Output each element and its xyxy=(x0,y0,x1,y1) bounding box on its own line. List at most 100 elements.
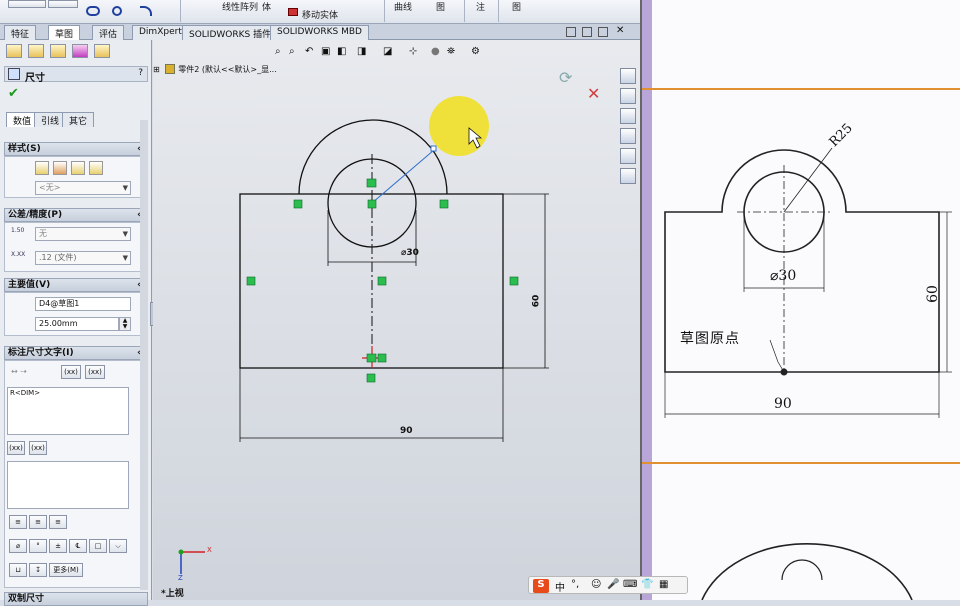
relation-glyph[interactable] xyxy=(509,276,519,286)
tab-features[interactable]: 特征 xyxy=(4,25,37,40)
ribbon-button-1[interactable] xyxy=(8,0,46,8)
maximize-icon[interactable] xyxy=(598,27,608,37)
plus-minus-button[interactable]: ± xyxy=(49,539,67,553)
tab-addins[interactable]: SOLIDWORKS 插件 xyxy=(182,25,279,40)
ribbon-button-2[interactable] xyxy=(48,0,78,8)
minimize-icon[interactable] xyxy=(566,27,576,37)
relation-glyph[interactable] xyxy=(366,353,377,363)
square-symbol-button[interactable]: □ xyxy=(89,539,107,553)
diameter-dimension-text[interactable]: ⌀30 xyxy=(401,248,419,258)
dim-text-below-field[interactable] xyxy=(7,461,129,509)
dimension-name-field[interactable]: D4@草图1 xyxy=(35,297,131,311)
leader-grip[interactable] xyxy=(430,145,437,152)
tab-other[interactable]: 其它 xyxy=(62,112,95,127)
more-button[interactable]: 更多(M) xyxy=(49,563,83,577)
close-icon[interactable]: ✕ xyxy=(616,25,624,36)
more-symbols-button[interactable]: ⌵ xyxy=(109,539,127,553)
counterbore-button[interactable]: ⊔ xyxy=(9,563,27,577)
tolerance-section-header[interactable]: 公差/精度(P)« xyxy=(4,208,148,222)
library-icon[interactable] xyxy=(620,88,636,104)
style-load-icon[interactable] xyxy=(89,161,103,175)
tab-sketch[interactable]: 草图 xyxy=(48,25,81,40)
relation-glyph[interactable] xyxy=(367,199,377,209)
precision-select[interactable]: .12 (文件) ▼ xyxy=(35,251,131,265)
ime-mic-icon[interactable]: 🎤 xyxy=(607,579,619,590)
style-add-icon[interactable] xyxy=(35,161,49,175)
ime-keyboard-icon[interactable]: ⌨ xyxy=(623,579,637,590)
tolerance-type-select[interactable]: 无 ▼ xyxy=(35,227,131,241)
ribbon-curve-label[interactable]: 曲线 xyxy=(394,0,412,13)
ime-skin-icon[interactable]: 👕 xyxy=(641,579,653,590)
feature-tree-icon[interactable] xyxy=(6,44,22,58)
relation-glyph[interactable] xyxy=(246,276,256,286)
home-icon[interactable] xyxy=(620,68,636,84)
add-paren-button-2[interactable]: (xx) xyxy=(85,365,105,379)
radius-leader[interactable] xyxy=(371,149,435,204)
graphics-area[interactable]: ⌕ ⌕ ↶ ▣ ◧ ◨ ◪ ⊹ ● ⛯ ⚙ ⊞ 零件2 (默认<<默认>_显..… xyxy=(153,40,640,600)
dim-text-header-label: 标注尺寸文字(I) xyxy=(8,348,74,358)
height-dimension-text[interactable]: 60 xyxy=(531,295,541,308)
ribbon-body-label[interactable]: 体 xyxy=(262,0,271,13)
appearances-icon[interactable] xyxy=(620,148,636,164)
relation-glyph[interactable] xyxy=(366,178,377,188)
reference-book-page: R25 ⌀30 60 90 草图原点 xyxy=(640,0,960,600)
relation-glyph[interactable] xyxy=(366,373,376,383)
depth-button[interactable]: ↧ xyxy=(29,563,47,577)
relation-glyph[interactable] xyxy=(293,199,303,209)
style-save-icon[interactable] xyxy=(71,161,85,175)
ribbon-move-label[interactable]: 移动实体 xyxy=(302,8,338,21)
ime-grid-icon[interactable]: ▦ xyxy=(659,579,668,590)
dual-dimension-section-header[interactable]: 双制尺寸 xyxy=(4,592,148,606)
tab-mbd[interactable]: SOLIDWORKS MBD xyxy=(270,25,369,40)
align-left-button[interactable]: ≡ xyxy=(9,515,27,529)
width-dimension-text[interactable]: 90 xyxy=(400,426,413,436)
custom-properties-icon[interactable] xyxy=(620,168,636,184)
style-section-header[interactable]: 样式(S)« xyxy=(4,142,148,156)
diameter-symbol-button[interactable]: ⌀ xyxy=(9,539,27,553)
align-center-button[interactable]: ≡ xyxy=(29,515,47,529)
style-delete-icon[interactable] xyxy=(53,161,67,175)
dim-text-section-header[interactable]: 标注尺寸文字(I)« xyxy=(4,346,148,360)
paren-button-3[interactable]: (xx) xyxy=(7,441,25,455)
leader-arrow-icons[interactable]: ↔ ⇢ xyxy=(11,367,27,376)
ribbon-diagram-label[interactable]: 图 xyxy=(512,0,521,13)
paren-button-4[interactable]: (xx) xyxy=(29,441,47,455)
ime-emoji-icon[interactable]: ☺ xyxy=(591,579,601,590)
link-icon[interactable] xyxy=(86,6,100,16)
add-paren-button-1[interactable]: (xx) xyxy=(61,365,81,379)
offset-icon[interactable] xyxy=(140,6,152,16)
folder-icon[interactable] xyxy=(620,108,636,124)
pm-scrollbar[interactable] xyxy=(140,120,148,590)
tab-dimxpert[interactable]: DimXpert xyxy=(132,25,189,40)
dim-text-field[interactable]: R<DIM> xyxy=(7,387,129,435)
ribbon-view-label[interactable]: 图 xyxy=(436,0,445,13)
restore-icon[interactable] xyxy=(582,27,592,37)
align-right-button[interactable]: ≡ xyxy=(49,515,67,529)
relation-glyph[interactable] xyxy=(377,276,387,286)
ime-punct[interactable]: °, xyxy=(571,579,579,590)
primary-value-section-header[interactable]: 主要值(V)« xyxy=(4,278,148,292)
degree-symbol-button[interactable]: ° xyxy=(29,539,47,553)
help-icon[interactable]: ? xyxy=(138,68,143,78)
config-manager-icon[interactable] xyxy=(50,44,66,58)
relation-glyph[interactable] xyxy=(377,353,387,363)
dimxpert-icon[interactable] xyxy=(72,44,88,58)
property-manager-icon[interactable] xyxy=(28,44,44,58)
dimension-value-field[interactable]: 25.00mm xyxy=(35,317,119,331)
display-manager-icon[interactable] xyxy=(94,44,110,58)
style-select[interactable]: <无> ▼ xyxy=(35,181,131,195)
sketch-canvas[interactable] xyxy=(153,40,640,600)
ime-lang[interactable]: 中 xyxy=(555,579,565,594)
view-palette-icon[interactable] xyxy=(620,128,636,144)
ok-check-icon[interactable]: ✔ xyxy=(8,86,19,101)
value-spinner[interactable]: ▲ ▼ xyxy=(119,317,131,331)
centerline-symbol-button[interactable]: ℄ xyxy=(69,539,87,553)
style-header-label: 样式(S) xyxy=(8,144,41,154)
book-radius-leader xyxy=(783,147,833,213)
ribbon-pattern-label[interactable]: 线性阵列 xyxy=(222,0,258,13)
tab-evaluate[interactable]: 评估 xyxy=(92,25,125,40)
ribbon-note-label[interactable]: 注 xyxy=(476,0,485,13)
relation-glyph[interactable] xyxy=(439,199,449,209)
circle-tool-icon[interactable] xyxy=(112,6,122,16)
ime-logo[interactable]: S xyxy=(533,579,549,593)
